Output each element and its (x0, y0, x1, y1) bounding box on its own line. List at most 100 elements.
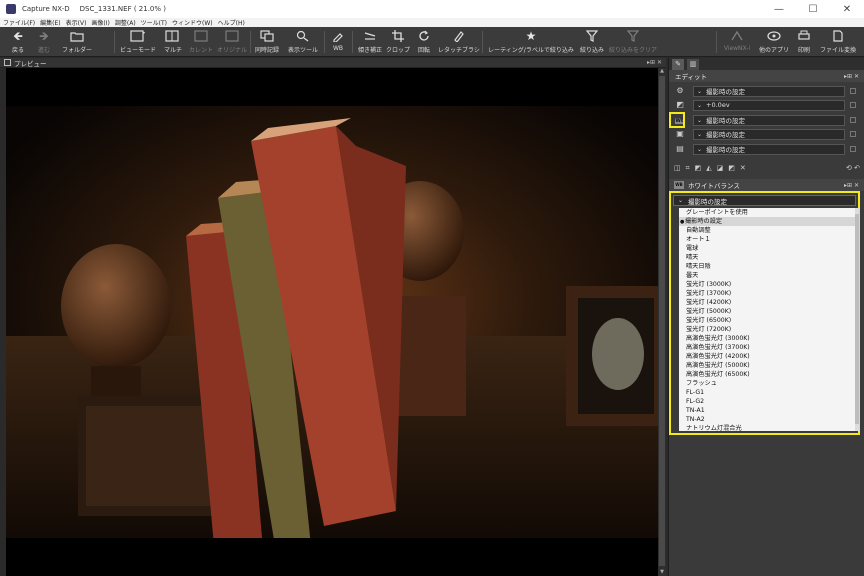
reset-icon[interactable]: ⟲ ↶ (846, 164, 860, 172)
menu-window[interactable]: ウィンドウ(W) (169, 18, 215, 27)
camera-checkbox[interactable] (850, 146, 856, 152)
wb-option[interactable]: オート１ (679, 235, 855, 244)
wb-option[interactable]: 蛍光灯 (6500K) (679, 316, 855, 325)
sync-button[interactable]: 同時記録 (254, 29, 280, 55)
maximize-button[interactable]: ☐ (796, 4, 830, 15)
folder-button[interactable]: フォルダー (60, 29, 94, 55)
wb-option[interactable]: FL-G2 (679, 397, 855, 406)
wb-option[interactable]: 高演色蛍光灯 (3000K) (679, 334, 855, 343)
back-button[interactable]: 🡸 戻る (6, 29, 30, 55)
menu-adjust[interactable]: 調整(A) (112, 18, 138, 27)
wb-option[interactable]: フラッシュ (679, 379, 855, 388)
panel-pin-icon[interactable]: ▸⊞ ✕ (844, 73, 859, 80)
info-tab-icon[interactable]: ▥ (687, 58, 699, 70)
panel-controls-icon[interactable]: ▸⊞ ✕ (647, 59, 662, 66)
wb-list-scrollbar[interactable] (855, 208, 859, 431)
edit-checkbox[interactable] (850, 88, 856, 94)
tool-2-icon[interactable]: ⌗ (686, 164, 690, 173)
camera-dropdown[interactable]: ⌄ 撮影時の設定 (693, 143, 845, 155)
rotate-button[interactable]: 回転 (414, 29, 434, 55)
close-button[interactable]: ✕ (830, 4, 864, 15)
wb-option-label: 蛍光灯 (3700K) (686, 290, 732, 297)
wb-option[interactable]: TN-A2 (679, 415, 855, 424)
forward-button[interactable]: 🡺 進む (32, 29, 56, 55)
picture-control-dropdown[interactable]: ⌄ 撮影時の設定 (693, 128, 845, 140)
minimize-button[interactable]: — (762, 4, 796, 15)
photo-canvas[interactable] (6, 68, 658, 576)
preview-area: ▲ ▼ (0, 68, 666, 576)
wb-option-label: 蛍光灯 (4200K) (686, 299, 732, 306)
view-mode-button[interactable]: ビューモード (120, 29, 156, 55)
filter-clear-button[interactable]: 絞り込みをクリア (608, 29, 658, 55)
edit-dropdown[interactable]: ⌄ 撮影時の設定 (693, 85, 845, 97)
wb-option-label: 撮影時の設定 (685, 218, 723, 225)
wb-dropdown[interactable]: ⌄ 撮影時の設定 (693, 114, 845, 126)
menu-file[interactable]: ファイル(F) (0, 18, 37, 27)
wb-option-label: FL-G1 (686, 389, 705, 396)
menu-view[interactable]: 表示(V) (63, 18, 89, 27)
wb-option[interactable]: 自動調整 (679, 226, 855, 235)
preview-scrollbar[interactable]: ▲ ▼ (658, 68, 666, 576)
tool-5-icon[interactable]: ◪ (717, 164, 724, 172)
tool-4-icon[interactable]: ◭ (706, 164, 711, 172)
scroll-up-icon[interactable]: ▲ (658, 68, 666, 75)
wb-option[interactable]: 蛍光灯 (3700K) (679, 289, 855, 298)
wb-option[interactable]: 蛍光灯 (7200K) (679, 325, 855, 334)
tool-7-icon[interactable]: ✕ (740, 164, 746, 172)
menu-edit[interactable]: 編集(E) (37, 18, 62, 27)
tool-3-icon[interactable]: ◩ (695, 164, 702, 172)
tool-6-icon[interactable]: ◩ (728, 164, 735, 172)
wb-option[interactable]: 晴天 (679, 253, 855, 262)
display-tool-button[interactable]: 表示ツール (286, 29, 320, 55)
wb-option[interactable]: 曇天 (679, 271, 855, 280)
wb-option[interactable]: 高演色蛍光灯 (5000K) (679, 361, 855, 370)
original-button[interactable]: オリジナル (216, 29, 248, 55)
wb-option[interactable]: 晴天日陰 (679, 262, 855, 271)
wb-option[interactable]: ●撮影時の設定 (679, 217, 855, 226)
other-apps-button[interactable]: 他のアプリ (758, 29, 790, 55)
wb-scrollbar-thumb[interactable] (855, 214, 859, 424)
original-icon (225, 29, 239, 43)
wb-option[interactable]: 高演色蛍光灯 (4200K) (679, 352, 855, 361)
preview-header: プレビュー ▸⊞ ✕ (0, 58, 666, 68)
wb-option[interactable]: 高演色蛍光灯 (6500K) (679, 370, 855, 379)
menu-image[interactable]: 画像(I) (88, 18, 111, 27)
wb-option[interactable]: FL-G1 (679, 388, 855, 397)
viewnx-button[interactable]: ViewNX-i (722, 29, 752, 55)
filter-button[interactable]: 絞り込み (578, 29, 606, 55)
scroll-down-icon[interactable]: ▼ (658, 569, 666, 576)
wb-option[interactable]: TN-A1 (679, 406, 855, 415)
wb-option[interactable]: 電球 (679, 244, 855, 253)
wb-option-label: 電球 (686, 245, 699, 252)
exposure-dropdown[interactable]: ⌄ +0.0ev (693, 99, 845, 111)
straighten-button[interactable]: 傾き補正 (356, 29, 384, 55)
print-button[interactable]: 印刷 (794, 29, 814, 55)
tool-1-icon[interactable]: ◫ (674, 164, 681, 172)
rating-filter-button[interactable]: ★ レーティング/ラベルで絞り込み (486, 29, 576, 55)
wb-option[interactable]: 蛍光灯 (3000K) (679, 280, 855, 289)
exposure-checkbox[interactable] (850, 102, 856, 108)
file-convert-button[interactable]: ファイル変換 (818, 29, 858, 55)
edit-panel-title: エディット (675, 73, 708, 81)
edit-tab-icon[interactable]: ✎ (672, 58, 684, 70)
multi-button[interactable]: マルチ (160, 29, 186, 55)
retouch-brush-button[interactable]: レタッチブラシ (438, 29, 480, 55)
scrollbar-thumb[interactable] (659, 76, 665, 566)
wb-option[interactable]: ナトリウム灯混合光 (679, 424, 855, 431)
current-button[interactable]: カレント (188, 29, 214, 55)
picture-control-checkbox[interactable] (850, 131, 856, 137)
wb-option[interactable]: グレーポイントを使用 (679, 208, 855, 217)
wb-panel-controls-icon[interactable]: ▸⊞ ✕ (844, 182, 859, 189)
menu-bar: ファイル(F) 編集(E) 表示(V) 画像(I) 調整(A) ツール(T) ウ… (0, 18, 864, 27)
wb-option[interactable]: 蛍光灯 (5000K) (679, 307, 855, 316)
wb-option[interactable]: 蛍光灯 (4200K) (679, 298, 855, 307)
menu-tools[interactable]: ツール(T) (138, 18, 169, 27)
menu-help[interactable]: ヘルプ(H) (215, 18, 247, 27)
wb-button[interactable]: WB (328, 29, 348, 55)
wb-option-label: フラッシュ (686, 380, 717, 387)
wb-select[interactable]: ⌄ 撮影時の設定 (673, 195, 856, 206)
rotate-icon (418, 29, 430, 43)
crop-button[interactable]: クロップ (386, 29, 410, 55)
wb-checkbox[interactable] (850, 117, 856, 123)
wb-option[interactable]: 高演色蛍光灯 (3700K) (679, 343, 855, 352)
